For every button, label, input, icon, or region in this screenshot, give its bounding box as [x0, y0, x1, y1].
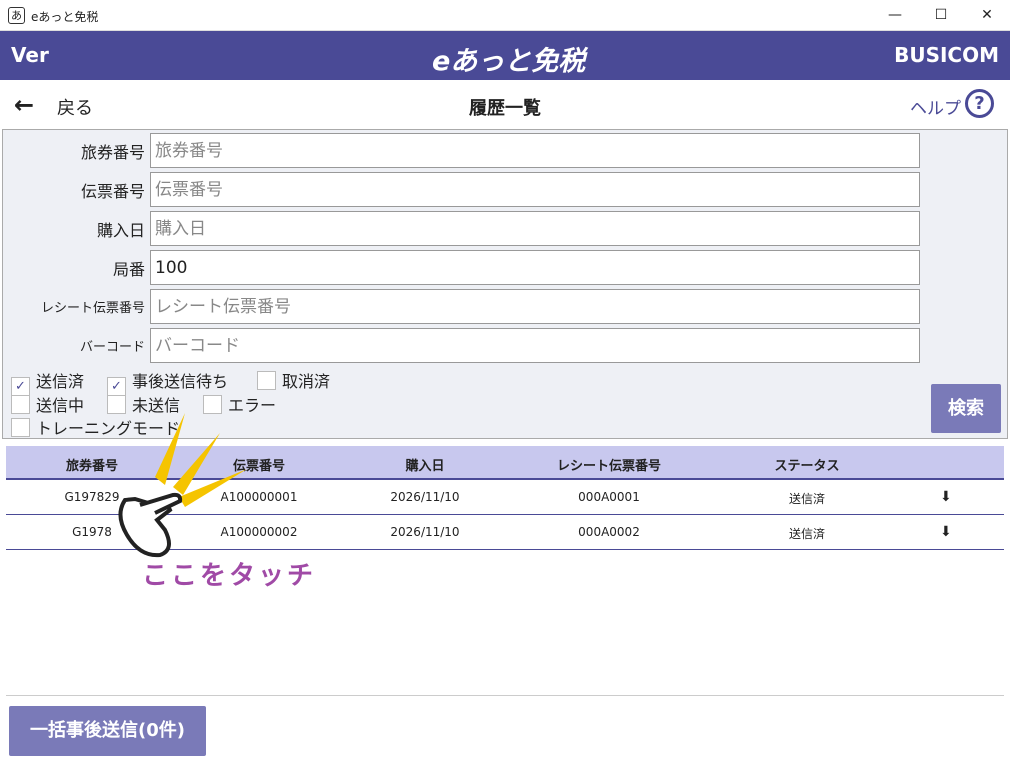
version-label: Ver [11, 43, 49, 67]
checkbox-sent[interactable]: ✓ 送信済 [11, 368, 85, 396]
checkbox-label: 事後送信待ち [132, 372, 229, 391]
station-input[interactable] [150, 250, 920, 285]
checkbox-box [11, 395, 30, 414]
purchase-date-input[interactable] [150, 211, 920, 246]
cell-status: 送信済 [788, 492, 825, 506]
app-icon: あ [8, 7, 25, 24]
checkbox-pending[interactable]: ✓ 事後送信待ち [107, 368, 229, 396]
barcode-input[interactable] [150, 328, 920, 363]
purchase-date-label: 購入日 [96, 221, 145, 240]
checkbox-sending[interactable]: 送信中 [11, 392, 85, 415]
col-date: 購入日 [405, 459, 445, 474]
minimize-button[interactable]: — [872, 0, 918, 31]
receipt-label: レシート伝票番号 [40, 301, 145, 316]
app-header: Ver eあっと免税 BUSICOM [0, 31, 1010, 80]
checkbox-box [11, 418, 30, 437]
company-name: BUSICOM [894, 43, 999, 67]
col-receipt: レシート伝票番号 [556, 459, 661, 474]
cloud-download-icon[interactable]: ⬇ [940, 524, 952, 540]
station-label: 局番 [112, 260, 145, 279]
checkbox-label: 取消済 [282, 372, 331, 391]
help-icon[interactable]: ? [965, 89, 994, 118]
col-status: ステータス [774, 459, 840, 474]
burst-ray [155, 413, 185, 485]
pointing-hand-icon [118, 413, 247, 558]
cell-date: 2026/11/10 [390, 490, 460, 504]
checkbox-cancelled[interactable]: 取消済 [257, 368, 331, 391]
checkbox-label: 送信中 [36, 396, 85, 415]
maximize-button[interactable]: ☐ [918, 0, 964, 31]
window-title: eあっと免税 [31, 10, 99, 24]
help-link[interactable]: ヘルプ [910, 94, 961, 119]
close-button[interactable]: ✕ [964, 0, 1010, 31]
slip-label: 伝票番号 [80, 182, 145, 201]
passport-label: 旅券番号 [80, 143, 145, 162]
cell-receipt: 000A0002 [578, 525, 640, 539]
receipt-input[interactable] [150, 289, 920, 324]
brand-logo: eあっと免税 [432, 46, 586, 77]
checkbox-box [257, 371, 276, 390]
nav-bar: ← 戻る 履歴一覧 ヘルプ ? [0, 80, 1010, 128]
cloud-download-icon[interactable]: ⬇ [940, 489, 952, 505]
slip-input[interactable] [150, 172, 920, 207]
barcode-label: バーコード [79, 340, 145, 355]
window-titlebar: あ eあっと免税 — ☐ ✕ [0, 0, 1010, 31]
page-title: 履歴一覧 [469, 98, 541, 119]
checkbox-label: 送信済 [36, 372, 85, 391]
cell-receipt: 000A0001 [578, 490, 640, 504]
search-button[interactable]: 検索 [931, 384, 1001, 433]
passport-input[interactable] [150, 133, 920, 168]
cell-date: 2026/11/10 [390, 525, 460, 539]
cell-status: 送信済 [788, 527, 825, 541]
touch-here-annotation: ここをタッチ [142, 561, 317, 591]
search-panel: 旅券番号 伝票番号 購入日 局番 レシート伝票番号 バーコード ✓送信済 ✓事後… [2, 129, 1008, 439]
bulk-send-button[interactable]: 一括事後送信(0件) [9, 706, 206, 756]
